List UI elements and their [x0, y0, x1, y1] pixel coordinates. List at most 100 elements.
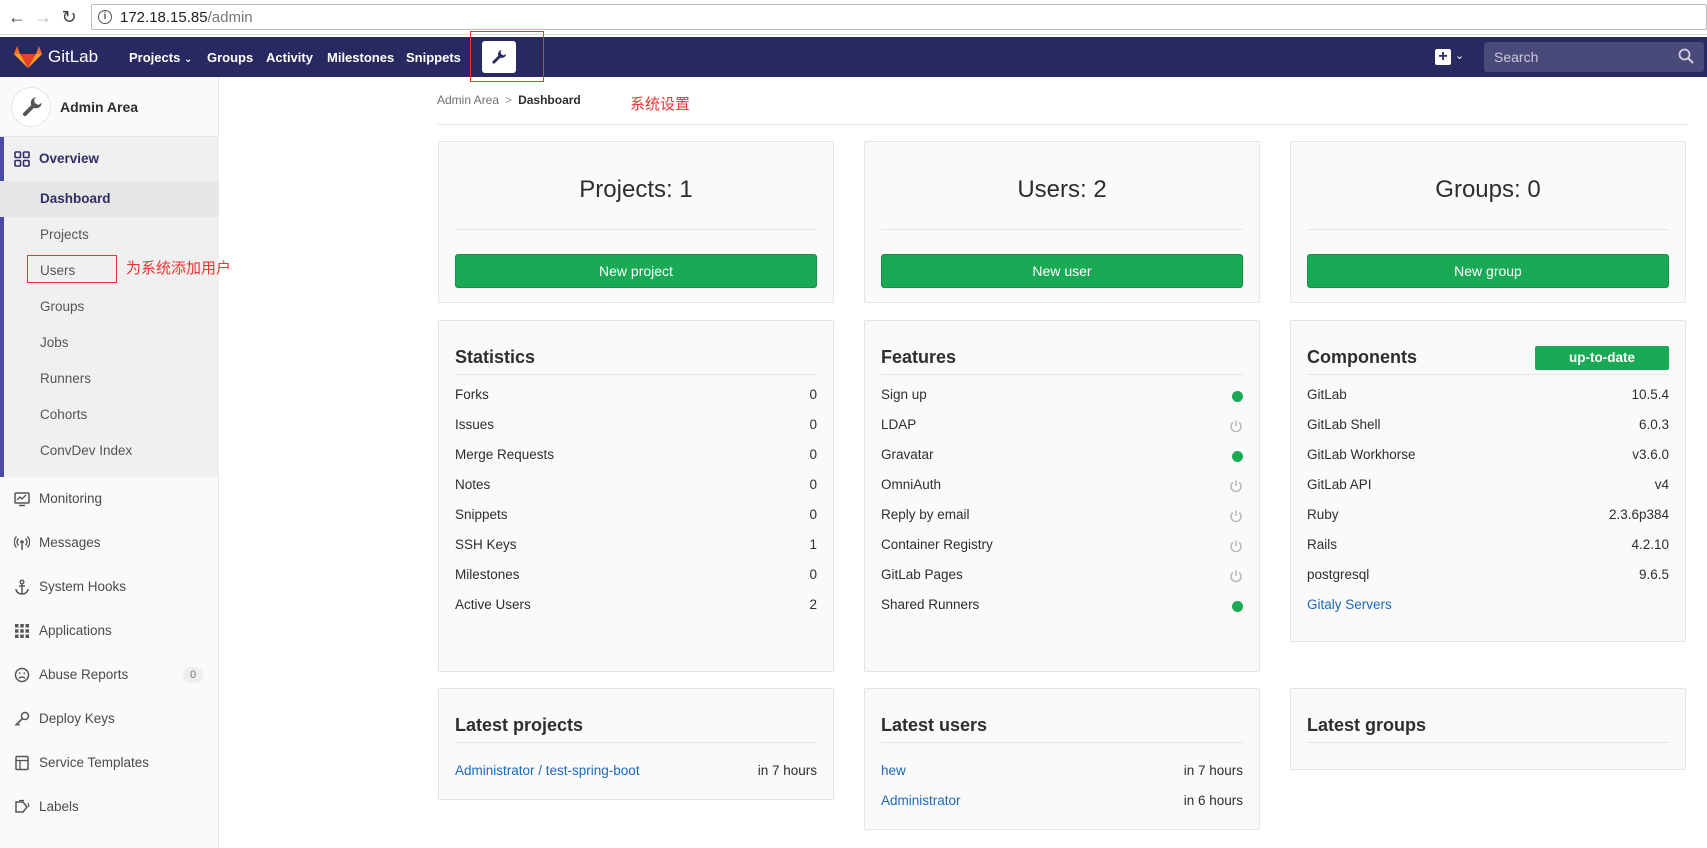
search-input[interactable]: [1484, 42, 1674, 72]
user-time: in 6 hours: [1183, 793, 1243, 808]
sidebar-item-label: Overview: [39, 151, 100, 166]
chevron-down-icon[interactable]: ⌄: [1455, 49, 1464, 62]
sidebar-item-label: System Hooks: [39, 579, 127, 594]
nav-activity[interactable]: Activity: [266, 50, 313, 65]
forward-arrow-icon[interactable]: →: [32, 6, 54, 28]
breadcrumb-root[interactable]: Admin Area: [437, 93, 499, 107]
power-off-icon: [1230, 570, 1242, 583]
sidebar-item-label: Messages: [39, 535, 101, 550]
chevron-down-icon: ⌄: [183, 54, 193, 65]
sidebar-item-deploy-keys[interactable]: Deploy Keys: [0, 701, 219, 737]
feature-label: Sign up: [881, 387, 927, 402]
divider: [1307, 742, 1669, 743]
user-link[interactable]: Administrator: [881, 793, 961, 808]
address-bar[interactable]: i 172.18.15.85/admin: [91, 4, 1707, 30]
search-icon[interactable]: [1678, 48, 1694, 64]
brand-name[interactable]: GitLab: [48, 47, 98, 67]
sidebar-item-groups[interactable]: Groups: [0, 289, 219, 325]
sidebar-item-monitoring[interactable]: Monitoring: [0, 481, 219, 517]
sidebar-item-abuse-reports[interactable]: Abuse Reports 0: [0, 657, 219, 693]
component-label: GitLab API: [1307, 477, 1372, 492]
wrench-icon: [22, 97, 42, 117]
sidebar-item-overview[interactable]: Overview: [0, 141, 219, 177]
divider: [1307, 374, 1669, 375]
latest-user-row: hew in 7 hours: [881, 763, 1243, 783]
reload-icon[interactable]: ↻: [58, 6, 80, 28]
nav-projects[interactable]: Projects ⌄: [129, 50, 192, 65]
feature-row: Gravatar: [881, 447, 1243, 467]
nav-snippets[interactable]: Snippets: [406, 50, 461, 65]
sidebar-item-projects[interactable]: Projects: [0, 217, 219, 253]
divider: [455, 374, 817, 375]
sidebar-item-labels[interactable]: Labels: [0, 789, 219, 825]
feature-row: Reply by email: [881, 507, 1243, 527]
sidebar-item-dashboard[interactable]: Dashboard: [0, 181, 219, 217]
sidebar: Admin Area Overview Dashboard Projects U…: [0, 77, 219, 848]
component-row: Rails 4.2.10: [1307, 537, 1669, 557]
enabled-dot-icon: [1232, 601, 1243, 612]
projects-count-card: Projects: 1 New project: [438, 141, 834, 303]
breadcrumb-divider: [437, 124, 1687, 125]
stat-label: Issues: [455, 417, 495, 432]
component-version: 10.5.4: [1631, 387, 1669, 402]
sidebar-item-label: ConvDev Index: [40, 443, 133, 458]
annotation-box-settings: [470, 31, 544, 82]
new-group-button[interactable]: New group: [1307, 254, 1669, 288]
new-user-button[interactable]: New user: [881, 254, 1243, 288]
stat-label: Notes: [455, 477, 491, 492]
component-row: postgresql 9.6.5: [1307, 567, 1669, 587]
sidebar-header[interactable]: Admin Area: [0, 77, 219, 137]
latest-users-card: Latest users hew in 7 hours Administrator…: [864, 688, 1260, 830]
annotation-box-users: [27, 255, 117, 283]
stat-label: SSH Keys: [455, 537, 517, 552]
gitlab-logo-icon[interactable]: [14, 45, 42, 69]
sidebar-item-label: Monitoring: [39, 491, 103, 506]
project-time: in 7 hours: [757, 763, 817, 778]
sidebar-item-service-templates[interactable]: Service Templates: [0, 745, 219, 781]
back-arrow-icon[interactable]: ←: [6, 6, 28, 28]
annotation-settings-text: 系统设置: [630, 96, 691, 113]
feature-label: Reply by email: [881, 507, 970, 522]
sidebar-item-runners[interactable]: Runners: [0, 361, 219, 397]
up-to-date-badge: up-to-date: [1535, 346, 1669, 370]
stat-label: Snippets: [455, 507, 508, 522]
groups-count-title: Groups: 0: [1435, 176, 1541, 203]
sidebar-item-messages[interactable]: Messages: [0, 525, 219, 561]
component-version: 9.6.5: [1638, 567, 1669, 582]
sidebar-item-system-hooks[interactable]: System Hooks: [0, 569, 219, 605]
divider: [881, 742, 1243, 743]
power-off-icon: [1230, 420, 1242, 433]
nav-milestones[interactable]: Milestones: [327, 50, 394, 65]
sidebar-item-convdev-index[interactable]: ConvDev Index: [0, 433, 219, 469]
divider: [455, 229, 817, 230]
new-project-button[interactable]: New project: [455, 254, 817, 288]
feature-label: LDAP: [881, 417, 917, 432]
users-count-card: Users: 2 New user: [864, 141, 1260, 303]
sidebar-item-applications[interactable]: Applications: [0, 613, 219, 649]
sidebar-item-cohorts[interactable]: Cohorts: [0, 397, 219, 433]
components-card: Components up-to-date GitLab 10.5.4 GitLa…: [1290, 320, 1686, 642]
abuse-count-badge: 0: [183, 667, 203, 683]
labels-icon: [15, 799, 30, 813]
nav-groups[interactable]: Groups: [207, 50, 253, 65]
stat-value: 0: [809, 477, 817, 492]
sidebar-item-label: Labels: [39, 799, 79, 814]
gitaly-servers-link[interactable]: Gitaly Servers: [1307, 597, 1392, 612]
stat-value: 2: [809, 597, 817, 612]
user-time: in 7 hours: [1183, 763, 1243, 778]
info-icon[interactable]: i: [98, 10, 112, 24]
component-row: Gitaly Servers: [1307, 597, 1669, 617]
stat-value: 0: [809, 507, 817, 522]
component-version: 4.2.10: [1631, 537, 1669, 552]
project-link[interactable]: Administrator / test-spring-boot: [455, 763, 640, 778]
breadcrumb: Admin Area > Dashboard: [437, 93, 581, 107]
new-item-plus-icon[interactable]: +: [1435, 49, 1451, 65]
sidebar-item-jobs[interactable]: Jobs: [0, 325, 219, 361]
template-icon: [15, 755, 29, 771]
user-link[interactable]: hew: [881, 763, 906, 778]
component-label: postgresql: [1307, 567, 1370, 582]
stat-value: 0: [809, 417, 817, 432]
component-label: Rails: [1307, 537, 1338, 552]
sidebar-item-label: Abuse Reports: [39, 667, 129, 682]
search-box: [1484, 42, 1704, 72]
